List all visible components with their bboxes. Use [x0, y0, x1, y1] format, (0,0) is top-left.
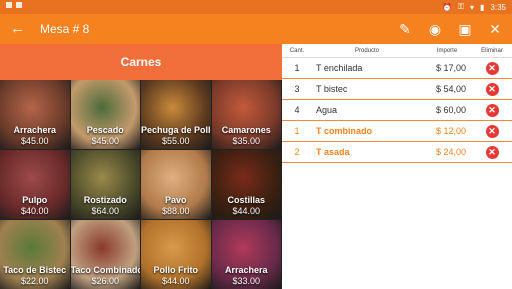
product-tile[interactable]: Rostizado $64.00 [70, 150, 141, 220]
product-tile[interactable]: Pavo $88.00 [141, 150, 212, 220]
notification-icon [16, 2, 22, 8]
product-tile[interactable]: Taco de Bistec $22.00 [0, 220, 71, 289]
back-arrow-icon[interactable]: ← [10, 21, 26, 37]
delete-icon[interactable]: ✕ [485, 145, 499, 159]
product-price: $44.00 [232, 206, 261, 216]
delete-icon[interactable]: ✕ [485, 124, 499, 138]
edit-pencil-icon[interactable]: ✎ [396, 20, 414, 38]
order-table-header: Cant. Producto Importe Eliminar [282, 44, 512, 58]
header-cant: Cant. [289, 47, 305, 54]
printer-icon[interactable]: ▣ [456, 20, 474, 38]
app-bar: ← Mesa # 8 ✎ ◉ ▣ ✕ [0, 14, 512, 44]
order-amount: $ 12,00 [435, 126, 466, 136]
product-name: Arrachera [13, 125, 57, 135]
product-name: Pescado [86, 125, 124, 135]
product-price: $88.00 [161, 206, 190, 216]
order-amount: $ 24,00 [435, 147, 466, 157]
battery-icon: ▮ [480, 2, 485, 12]
header-producto: Producto [354, 47, 379, 54]
product-tile[interactable]: Costillas $44.00 [211, 150, 282, 220]
order-amount: $ 17,00 [435, 63, 466, 73]
product-name: Pulpo [22, 195, 48, 205]
compass-icon[interactable]: ◉ [426, 20, 444, 38]
delete-cell: ✕ [472, 103, 512, 117]
product-price: $40.00 [20, 206, 49, 216]
product-price: $44.00 [161, 276, 190, 286]
product-name: Taco de Bistec [3, 265, 67, 275]
alarm-icon: ⏰ [441, 2, 452, 12]
product-price: $35.00 [232, 136, 261, 146]
product-price: $33.00 [232, 276, 261, 286]
order-quantity: 1 [294, 126, 300, 136]
close-icon[interactable]: ✕ [486, 20, 504, 38]
table-title: Mesa # 8 [40, 22, 90, 36]
product-price: $45.00 [91, 136, 120, 146]
delete-cell: ✕ [472, 82, 512, 96]
order-panel: Cant. Producto Importe Eliminar 1 T enchi… [282, 44, 512, 289]
order-row[interactable]: 1 T combinado $ 12,00 ✕ [282, 121, 512, 142]
header-eliminar: Eliminar [481, 47, 503, 54]
notification-icon [6, 2, 12, 8]
order-product: T asada [316, 147, 350, 157]
product-price: $22.00 [20, 276, 49, 286]
product-name: Pavo [164, 195, 187, 205]
order-product: T combinado [316, 126, 372, 136]
product-tile[interactable]: Pollo Frito $44.00 [141, 220, 212, 289]
product-tile[interactable]: Taco Combinado $26.00 [70, 220, 141, 289]
order-row[interactable]: 1 T enchilada $ 17,00 ✕ [282, 58, 512, 79]
product-tile[interactable]: Camarones $35.00 [211, 80, 282, 150]
order-row[interactable]: 3 T bistec $ 54,00 ✕ [282, 79, 512, 100]
order-quantity: 3 [294, 84, 300, 94]
product-name: Pollo Frito [153, 265, 199, 275]
product-tile[interactable]: Arrachera $33.00 [211, 220, 282, 289]
order-quantity: 4 [294, 105, 300, 115]
delete-icon[interactable]: ✕ [485, 61, 499, 75]
key-icon: ⚿ [457, 2, 464, 11]
category-title: Carnes [120, 55, 162, 69]
product-name: Taco Combinado [70, 265, 141, 275]
product-tile[interactable]: Pescado $45.00 [70, 80, 141, 150]
status-time: 3:35 [490, 2, 506, 12]
order-row[interactable]: 4 Agua $ 60,00 ✕ [282, 100, 512, 121]
delete-icon[interactable]: ✕ [485, 103, 499, 117]
product-tile[interactable]: Pechuga de Pollo $55.00 [141, 80, 212, 150]
delete-cell: ✕ [472, 61, 512, 75]
delete-cell: ✕ [472, 145, 512, 159]
delete-icon[interactable]: ✕ [485, 82, 499, 96]
order-amount: $ 60,00 [435, 105, 466, 115]
product-price: $55.00 [161, 136, 190, 146]
product-grid: Arrachera $45.00 Pescado $45.00 Pechuga de P… [0, 80, 282, 289]
order-product: Agua [316, 105, 338, 115]
delete-cell: ✕ [472, 124, 512, 138]
product-name: Pechuga de Pollo [141, 125, 212, 135]
order-quantity: 1 [294, 63, 300, 73]
order-quantity: 2 [294, 147, 300, 157]
product-name: Rostizado [83, 195, 127, 205]
product-tile[interactable]: Pulpo $40.00 [0, 150, 71, 220]
order-amount: $ 54,00 [435, 84, 466, 94]
notification-icons [6, 2, 22, 8]
product-price: $45.00 [20, 136, 49, 146]
header-importe: Importe [436, 47, 458, 54]
product-price: $26.00 [91, 276, 120, 286]
product-name: Arrachera [224, 265, 268, 275]
status-bar: ⏰ ⚿ ▾ ▮ 3:35 [0, 0, 512, 14]
product-tile[interactable]: Arrachera $45.00 [0, 80, 71, 150]
wifi-icon: ▾ [470, 2, 475, 12]
order-product: T bistec [316, 84, 348, 94]
category-header: Carnes [0, 44, 282, 80]
order-row[interactable]: 2 T asada $ 24,00 ✕ [282, 142, 512, 163]
product-name: Costillas [227, 195, 265, 205]
order-product: T enchilada [316, 63, 363, 73]
product-price: $64.00 [91, 206, 120, 216]
product-name: Camarones [221, 125, 271, 135]
